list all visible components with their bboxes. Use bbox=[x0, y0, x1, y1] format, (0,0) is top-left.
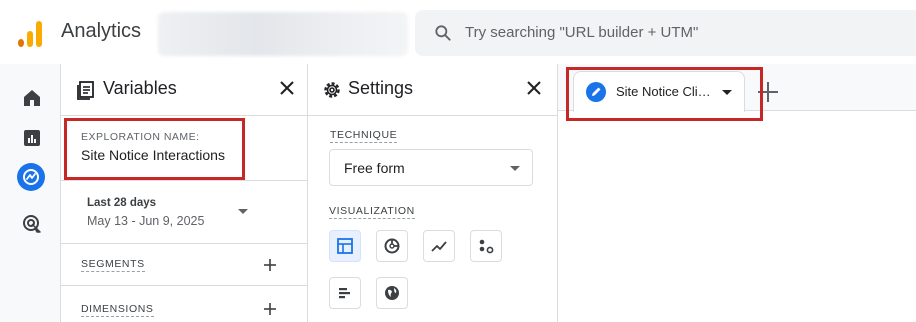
highlight-exploration-name bbox=[64, 118, 245, 180]
scatter-viz-button[interactable] bbox=[470, 230, 502, 262]
search-input[interactable]: Try searching "URL builder + UTM" bbox=[465, 24, 698, 41]
variables-icon bbox=[77, 81, 94, 100]
variables-title: Variables bbox=[103, 78, 177, 98]
add-dimension-icon[interactable] bbox=[262, 301, 278, 317]
highlight-active-tab bbox=[566, 67, 763, 121]
chevron-down-icon bbox=[510, 166, 520, 171]
settings-title: Settings bbox=[348, 78, 414, 98]
close-settings-icon[interactable] bbox=[524, 78, 544, 98]
search-icon bbox=[435, 25, 451, 41]
technique-label: TECHNIQUE bbox=[330, 129, 398, 143]
table-icon bbox=[337, 238, 353, 254]
bar-chart-icon bbox=[339, 288, 350, 299]
date-range-dropdown-icon[interactable] bbox=[238, 209, 248, 214]
line-chart-icon bbox=[431, 241, 447, 252]
technique-dropdown[interactable]: Free form bbox=[329, 149, 533, 186]
donut-viz-button[interactable] bbox=[376, 230, 408, 262]
table-viz-button[interactable] bbox=[329, 230, 361, 262]
geo-viz-button[interactable] bbox=[376, 277, 408, 309]
add-segment-icon[interactable] bbox=[262, 257, 278, 273]
search-bar[interactable]: Try searching "URL builder + UTM" bbox=[415, 10, 916, 56]
date-range-label[interactable]: Last 28 days bbox=[87, 197, 156, 209]
scatter-plot-icon bbox=[479, 239, 494, 254]
date-range-value[interactable]: May 13 - Jun 9, 2025 bbox=[87, 214, 204, 228]
explore-icon[interactable] bbox=[16, 162, 46, 192]
bar-viz-button[interactable] bbox=[329, 277, 361, 309]
segments-label: SEGMENTS bbox=[81, 258, 145, 272]
geo-map-icon bbox=[385, 286, 399, 300]
advertising-icon[interactable] bbox=[20, 212, 44, 236]
line-viz-button[interactable] bbox=[423, 230, 455, 262]
donut-chart-icon bbox=[384, 238, 400, 254]
app-title: Analytics bbox=[61, 20, 142, 42]
analytics-logo-icon[interactable] bbox=[17, 21, 43, 47]
technique-value: Free form bbox=[344, 160, 405, 176]
top-bar: Analytics Try searching "URL builder + U… bbox=[0, 0, 916, 64]
dimensions-label: DIMENSIONS bbox=[81, 303, 154, 317]
home-icon[interactable] bbox=[20, 86, 44, 110]
account-selector[interactable] bbox=[158, 12, 408, 56]
settings-gear-icon bbox=[324, 82, 340, 98]
left-nav-rail bbox=[0, 64, 60, 322]
visualization-label: VISUALIZATION bbox=[329, 205, 415, 219]
reports-icon[interactable] bbox=[20, 126, 44, 150]
variables-panel: Variables EXPLORATION NAME: Site Notice … bbox=[60, 64, 308, 322]
close-variables-icon[interactable] bbox=[277, 78, 297, 98]
